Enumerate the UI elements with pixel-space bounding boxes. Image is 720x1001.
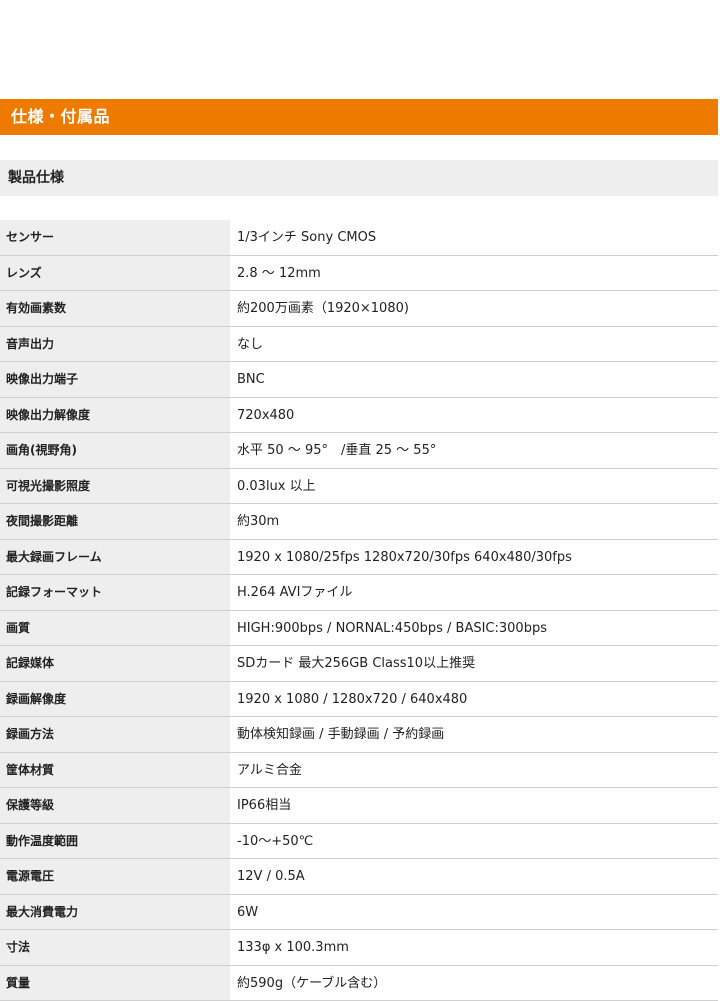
spec-label: 有効画素数 — [0, 291, 230, 326]
spec-label: 電源電圧 — [0, 859, 230, 894]
spec-row-audio-output: 音声出力 なし — [0, 327, 718, 363]
spec-row-protection: 保護等級 IP66相当 — [0, 788, 718, 824]
spec-value: 1920 x 1080 / 1280x720 / 640x480 — [230, 682, 718, 717]
spec-value: 1920 x 1080/25fps 1280x720/30fps 640x480… — [230, 540, 718, 575]
spec-label: 映像出力端子 — [0, 362, 230, 397]
spec-label: 保護等級 — [0, 788, 230, 823]
spec-value: BNC — [230, 362, 718, 397]
spec-row-power: 最大消費電力 6W — [0, 895, 718, 931]
spec-value: IP66相当 — [230, 788, 718, 823]
spec-value: HIGH:900bps / NORNAL:450bps / BASIC:300b… — [230, 611, 718, 646]
spec-row-sensor: センサー 1/3インチ Sony CMOS — [0, 220, 718, 256]
spec-label: 動作温度範囲 — [0, 824, 230, 859]
spec-value: 約200万画素（1920×1080) — [230, 291, 718, 326]
spec-label: 画角(視野角) — [0, 433, 230, 468]
spec-row-max-frame: 最大録画フレーム 1920 x 1080/25fps 1280x720/30fp… — [0, 540, 718, 576]
spec-row-video-resolution: 映像出力解像度 720x480 — [0, 398, 718, 434]
spec-value: 水平 50 ～ 95° /垂直 25 ～ 55° — [230, 433, 718, 468]
spec-row-lens: レンズ 2.8 ～ 12mm — [0, 256, 718, 292]
section-title: 仕様・付属品 — [11, 107, 110, 126]
spec-row-video-terminal: 映像出力端子 BNC — [0, 362, 718, 398]
spec-label: 記録媒体 — [0, 646, 230, 681]
spec-value: 720x480 — [230, 398, 718, 433]
spec-value: SDカード 最大256GB Class10以上推奨 — [230, 646, 718, 681]
spec-table: センサー 1/3インチ Sony CMOS レンズ 2.8 ～ 12mm 有効画… — [0, 220, 718, 1001]
spec-value: 12V / 0.5A — [230, 859, 718, 894]
spec-label: レンズ — [0, 256, 230, 291]
spec-row-record-resolution: 録画解像度 1920 x 1080 / 1280x720 / 640x480 — [0, 682, 718, 718]
spec-value: 約590g（ケーブル含む） — [230, 966, 718, 1001]
spec-value: なし — [230, 327, 718, 362]
spec-row-media: 記録媒体 SDカード 最大256GB Class10以上推奨 — [0, 646, 718, 682]
subsection-title: 製品仕様 — [8, 170, 64, 186]
spec-row-illumination: 可視光撮影照度 0.03lux 以上 — [0, 469, 718, 505]
spec-row-housing: 筐体材質 アルミ合金 — [0, 753, 718, 789]
spec-row-temperature: 動作温度範囲 -10～+50℃ — [0, 824, 718, 860]
spec-label: 画質 — [0, 611, 230, 646]
spec-row-dimensions: 寸法 133φ x 100.3mm — [0, 930, 718, 966]
spec-value: アルミ合金 — [230, 753, 718, 788]
spec-row-night-distance: 夜間撮影距離 約30m — [0, 504, 718, 540]
spec-row-voltage: 電源電圧 12V / 0.5A — [0, 859, 718, 895]
subsection-header: 製品仕様 — [0, 160, 718, 196]
spec-label: 筐体材質 — [0, 753, 230, 788]
spec-value: 動体検知録画 / 手動録画 / 予約録画 — [230, 717, 718, 752]
spec-row-record-method: 録画方法 動体検知録画 / 手動録画 / 予約録画 — [0, 717, 718, 753]
spec-label: 音声出力 — [0, 327, 230, 362]
spec-label: 録画方法 — [0, 717, 230, 752]
spec-value: H.264 AVIファイル — [230, 575, 718, 610]
spec-label: 夜間撮影距離 — [0, 504, 230, 539]
spec-row-pixels: 有効画素数 約200万画素（1920×1080) — [0, 291, 718, 327]
spec-label: 最大消費電力 — [0, 895, 230, 930]
spec-label: 最大録画フレーム — [0, 540, 230, 575]
spec-row-format: 記録フォーマット H.264 AVIファイル — [0, 575, 718, 611]
spec-label: 記録フォーマット — [0, 575, 230, 610]
spec-label: 録画解像度 — [0, 682, 230, 717]
spec-label: 寸法 — [0, 930, 230, 965]
spec-value: 0.03lux 以上 — [230, 469, 718, 504]
spec-value: 2.8 ～ 12mm — [230, 256, 718, 291]
spec-value: 133φ x 100.3mm — [230, 930, 718, 965]
spec-value: -10～+50℃ — [230, 824, 718, 859]
spec-label: 映像出力解像度 — [0, 398, 230, 433]
spec-label: 質量 — [0, 966, 230, 1001]
spec-label: センサー — [0, 220, 230, 255]
spec-row-view-angle: 画角(視野角) 水平 50 ～ 95° /垂直 25 ～ 55° — [0, 433, 718, 469]
spec-label: 可視光撮影照度 — [0, 469, 230, 504]
spec-row-quality: 画質 HIGH:900bps / NORNAL:450bps / BASIC:3… — [0, 611, 718, 647]
spec-value: 6W — [230, 895, 718, 930]
section-header: 仕様・付属品 — [0, 99, 718, 135]
spec-value: 1/3インチ Sony CMOS — [230, 220, 718, 255]
spec-row-weight: 質量 約590g（ケーブル含む） — [0, 966, 718, 1001]
spec-value: 約30m — [230, 504, 718, 539]
